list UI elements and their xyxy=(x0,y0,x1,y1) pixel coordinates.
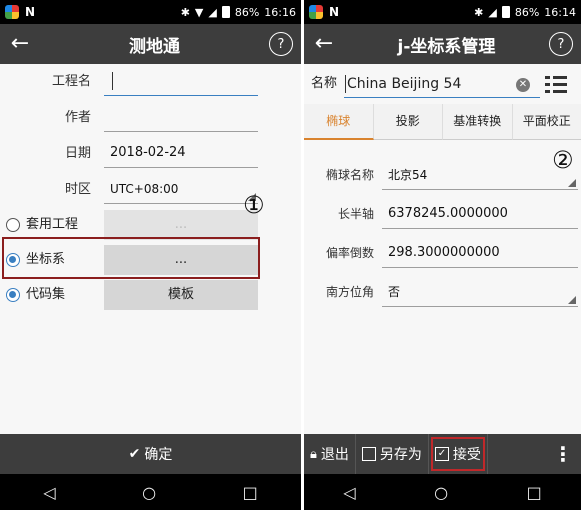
check-icon: ✔ xyxy=(128,446,141,462)
nfc-icon: N xyxy=(329,5,340,19)
name-input[interactable]: China Beijing 54 xyxy=(344,70,540,98)
apply-project-button[interactable]: ... xyxy=(104,210,258,240)
code-set-row: 代码集 模板 xyxy=(0,277,301,313)
nav-recents-icon[interactable]: □ xyxy=(527,483,542,502)
battery-percent: 86% xyxy=(514,5,540,19)
date-label: 日期 xyxy=(64,146,91,161)
help-icon[interactable]: ? xyxy=(269,32,293,56)
checkbox-icon: ✓ xyxy=(434,447,449,461)
bluetooth-icon: ✱ xyxy=(180,5,190,19)
clear-icon[interactable]: ✕ xyxy=(516,78,530,92)
project-name-input[interactable] xyxy=(104,66,258,96)
dropdown-corner-icon xyxy=(568,296,576,304)
project-name-label: 工程名 xyxy=(51,74,91,89)
system-nav-bar: ◁ ○ □ xyxy=(0,474,301,510)
tab-datum-transform[interactable]: 基准转换 xyxy=(443,104,513,140)
author-input[interactable] xyxy=(104,102,258,132)
save-as-button[interactable]: 另存为 xyxy=(356,434,429,474)
app-toolbar: ← 测地通 ? xyxy=(0,24,301,64)
tab-projection[interactable]: 投影 xyxy=(373,104,443,140)
dropdown-corner-icon xyxy=(568,179,576,187)
battery-icon xyxy=(501,6,510,18)
system-nav-bar: ◁ ○ □ xyxy=(304,474,581,510)
page-title: 测地通 xyxy=(129,36,180,57)
semi-major-input[interactable]: 6378245.0000000 xyxy=(382,199,578,229)
south-azimuth-row: 南方位角 否 xyxy=(304,274,581,310)
text-cursor xyxy=(345,75,346,93)
date-input[interactable]: 2018-02-24 xyxy=(104,138,258,168)
code-set-label: 代码集 xyxy=(26,287,66,302)
list-menu-icon[interactable] xyxy=(545,76,567,93)
save-icon xyxy=(361,447,376,461)
back-arrow-icon[interactable]: ← xyxy=(0,24,40,64)
more-options-icon[interactable]: ⋮ xyxy=(553,442,581,466)
south-azimuth-select[interactable]: 否 xyxy=(382,277,578,307)
south-azimuth-label: 南方位角 xyxy=(325,285,374,299)
bluetooth-icon: ✱ xyxy=(474,5,484,19)
inverse-flattening-label: 偏率倒数 xyxy=(325,246,374,260)
back-arrow-icon[interactable]: ← xyxy=(304,24,344,64)
help-icon[interactable]: ? xyxy=(549,32,573,56)
timezone-select[interactable]: UTC+08:00 xyxy=(104,174,258,204)
battery-percent: 86% xyxy=(234,5,260,19)
nav-back-icon[interactable]: ◁ xyxy=(43,483,55,502)
tab-plane-correction[interactable]: 平面校正 xyxy=(512,104,581,140)
ellipsoid-name-label: 椭球名称 xyxy=(325,168,374,182)
inverse-flattening-row: 偏率倒数 298.3000000000 xyxy=(304,235,581,271)
text-cursor xyxy=(112,71,113,90)
step-marker-1: ① xyxy=(243,191,265,219)
signal-icon: ◢ xyxy=(208,5,217,19)
inverse-flattening-input[interactable]: 298.3000000000 xyxy=(382,238,578,268)
right-screen: N ✱ ◢ 86% 16:14 ← j-坐标系管理 ? 名称 China Bei… xyxy=(304,0,581,510)
nav-recents-icon[interactable]: □ xyxy=(243,483,258,502)
app-toolbar: ← j-坐标系管理 ? xyxy=(304,24,581,64)
clock: 16:16 xyxy=(264,5,296,19)
tab-ellipsoid[interactable]: 椭球 xyxy=(304,104,374,140)
ellipsoid-name-select[interactable]: 北京54 xyxy=(382,160,578,190)
nfc-icon: N xyxy=(25,5,36,19)
nav-home-icon[interactable]: ○ xyxy=(434,483,448,502)
name-label: 名称 xyxy=(311,76,338,91)
highlight-box xyxy=(2,237,260,279)
confirm-label: 确定 xyxy=(144,447,173,463)
timezone-label: 时区 xyxy=(64,182,91,197)
tab-bar: 椭球 投影 基准转换 平面校正 xyxy=(304,104,581,140)
ellipsoid-name-row: 椭球名称 北京54 xyxy=(304,157,581,193)
action-bar: 🔒︎ 退出 另存为 ✓ 接受 ⋮ xyxy=(304,434,581,474)
author-label: 作者 xyxy=(64,110,91,125)
confirm-button[interactable]: ✔ 确定 xyxy=(0,434,301,474)
exit-button[interactable]: 🔒︎ 退出 xyxy=(304,434,356,474)
app-notification-icon xyxy=(5,5,19,19)
code-set-radio[interactable] xyxy=(6,288,20,302)
battery-icon xyxy=(221,6,230,18)
semi-major-row: 长半轴 6378245.0000000 xyxy=(304,196,581,232)
apply-project-radio[interactable] xyxy=(6,218,20,232)
nav-home-icon[interactable]: ○ xyxy=(142,483,156,502)
lock-icon: 🔒︎ xyxy=(310,446,317,462)
status-bar: N ✱ ▼ ◢ 86% 16:16 xyxy=(0,0,301,24)
nav-back-icon[interactable]: ◁ xyxy=(343,483,355,502)
signal-icon: ◢ xyxy=(488,5,497,19)
project-name-row: 工程名 xyxy=(0,64,301,100)
accept-button[interactable]: ✓ 接受 xyxy=(429,434,488,474)
app-notification-icon xyxy=(309,5,323,19)
wifi-icon: ▼ xyxy=(194,5,204,19)
status-bar: N ✱ ◢ 86% 16:14 xyxy=(304,0,581,24)
name-row: 名称 China Beijing 54 ✕ xyxy=(304,64,581,104)
date-row: 日期 2018-02-24 xyxy=(0,136,301,172)
template-button[interactable]: 模板 xyxy=(104,280,258,310)
clock: 16:14 xyxy=(544,5,576,19)
left-screen: N ✱ ▼ ◢ 86% 16:16 ← 测地通 ? 工程名 作者 日期 2018… xyxy=(0,0,301,510)
semi-major-label: 长半轴 xyxy=(337,207,374,221)
page-title: j-坐标系管理 xyxy=(397,36,496,57)
author-row: 作者 xyxy=(0,100,301,136)
